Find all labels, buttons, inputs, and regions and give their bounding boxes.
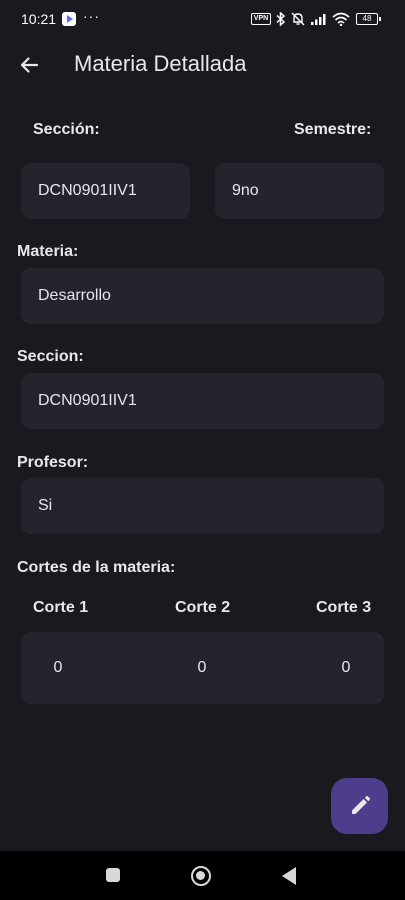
pencil-icon [351, 795, 370, 814]
seccion-label: Sección: [33, 121, 100, 138]
status-bar: 10:21 ··· VPN 48 [0, 0, 405, 38]
bell-muted-icon [291, 12, 305, 26]
corte-3-header: Corte 3 [316, 599, 372, 616]
materia-field[interactable]: Desarrollo [21, 268, 384, 324]
page-title: Materia Detallada [74, 51, 247, 76]
seccion-field[interactable]: DCN0901IIV1 [21, 163, 190, 219]
seccion2-field[interactable]: DCN0901IIV1 [21, 373, 384, 429]
vpn-icon: VPN [251, 13, 271, 25]
corte-3-value[interactable]: 0 [336, 659, 356, 677]
back-button[interactable] [12, 48, 46, 82]
home-icon[interactable] [191, 866, 211, 886]
arrow-left-icon [20, 57, 39, 73]
profesor-label: Profesor: [17, 454, 89, 471]
screen: 10:21 ··· VPN 48 Materia Detallada Secci… [0, 0, 405, 900]
edit-fab-button[interactable] [331, 778, 388, 834]
recents-icon[interactable] [106, 868, 120, 882]
system-nav-bar [0, 851, 405, 900]
wifi-icon [332, 12, 350, 26]
signal-icon [311, 14, 326, 25]
back-icon[interactable] [282, 867, 296, 885]
status-time: 10:21 [21, 11, 57, 27]
materia-label: Materia: [17, 243, 79, 260]
more-notifications-icon: ··· [83, 8, 100, 24]
cortes-title: Cortes de la materia: [17, 559, 176, 576]
play-store-icon [62, 12, 76, 26]
corte-2-header: Corte 2 [175, 599, 231, 616]
cortes-card: 0 0 0 [21, 632, 384, 704]
corte-1-header: Corte 1 [33, 599, 89, 616]
bluetooth-icon [276, 12, 286, 26]
seccion2-label: Seccion: [17, 348, 84, 365]
corte-2-value[interactable]: 0 [192, 659, 212, 677]
app-bar: Materia Detallada [0, 38, 405, 90]
corte-1-value[interactable]: 0 [48, 659, 68, 677]
battery-icon: 48 [356, 13, 381, 25]
profesor-field[interactable]: Si [21, 478, 384, 534]
semestre-field[interactable]: 9no [215, 163, 384, 219]
semestre-label: Semestre: [294, 121, 372, 138]
